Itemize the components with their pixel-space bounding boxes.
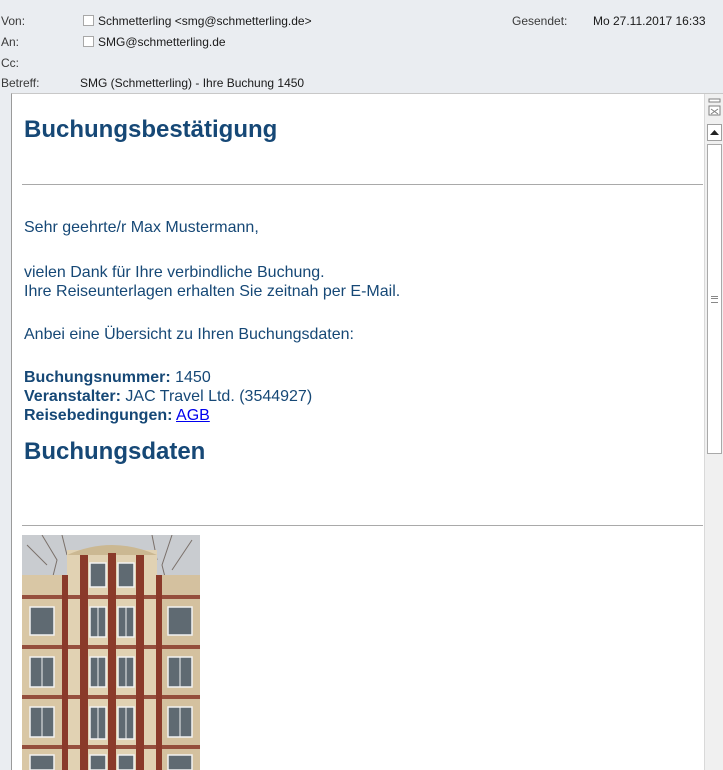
- to-label: An:: [1, 35, 20, 49]
- organizer-row: Veranstalter: JAC Travel Ltd. (3544927): [24, 388, 312, 406]
- arrow-up-icon: [710, 130, 719, 135]
- hotel-photo: [22, 535, 200, 770]
- thanks-text-1: vielen Dank für Ihre verbindliche Buchun…: [24, 264, 325, 281]
- subject-value: SMG (Schmetterling) - Ihre Buchung 1450: [80, 76, 305, 90]
- overview-intro: Anbei eine Übersicht zu Ihren Buchungsda…: [24, 326, 354, 343]
- subject-label: Betreff:: [1, 76, 40, 90]
- organizer-label: Veranstalter:: [24, 388, 121, 405]
- from-checkbox[interactable]: [83, 15, 94, 26]
- grip-icon: [711, 296, 718, 303]
- to-checkbox[interactable]: [83, 36, 94, 47]
- cc-label: Cc:: [1, 56, 19, 70]
- booking-number-row: Buchungsnummer: 1450: [24, 369, 211, 387]
- sent-value: Mo 27.11.2017 16:33: [593, 14, 706, 28]
- terms-label: Reisebedingungen:: [24, 407, 173, 424]
- hotel-photo-image: [22, 535, 200, 770]
- thanks-text-2: Ihre Reiseunterlagen erhalten Sie zeitna…: [24, 283, 401, 300]
- terms-link[interactable]: AGB: [176, 407, 210, 424]
- vertical-scrollbar[interactable]: [704, 94, 723, 770]
- message-header: Von: Schmetterling <smg@schmetterling.de…: [0, 0, 723, 93]
- to-field[interactable]: SMG@schmetterling.de: [80, 35, 226, 49]
- from-value[interactable]: Schmetterling <smg@schmetterling.de>: [98, 14, 312, 28]
- section-divider: [22, 525, 703, 526]
- booking-number-value: 1450: [175, 369, 211, 386]
- booking-number-label: Buchungsnummer:: [24, 369, 171, 386]
- greeting-text: Sehr geehrte/r Max Mustermann,: [24, 219, 259, 236]
- terms-row: Reisebedingungen: AGB: [24, 407, 210, 425]
- from-label: Von:: [1, 14, 26, 28]
- scrollbar-thumb[interactable]: [707, 144, 722, 454]
- to-value[interactable]: SMG@schmetterling.de: [98, 35, 226, 49]
- title-divider: [22, 184, 703, 185]
- section-title: Buchungsdaten: [24, 438, 206, 465]
- scroll-up-button[interactable]: [707, 124, 722, 141]
- message-body[interactable]: Buchungsbestätigung Sehr geehrte/r Max M…: [11, 93, 723, 770]
- organizer-value: JAC Travel Ltd. (3544927): [125, 388, 313, 405]
- from-field[interactable]: Schmetterling <smg@schmetterling.de>: [80, 14, 312, 28]
- sent-label: Gesendet:: [512, 14, 568, 28]
- collapse-icon[interactable]: [708, 98, 721, 118]
- page-title: Buchungsbestätigung: [24, 116, 278, 143]
